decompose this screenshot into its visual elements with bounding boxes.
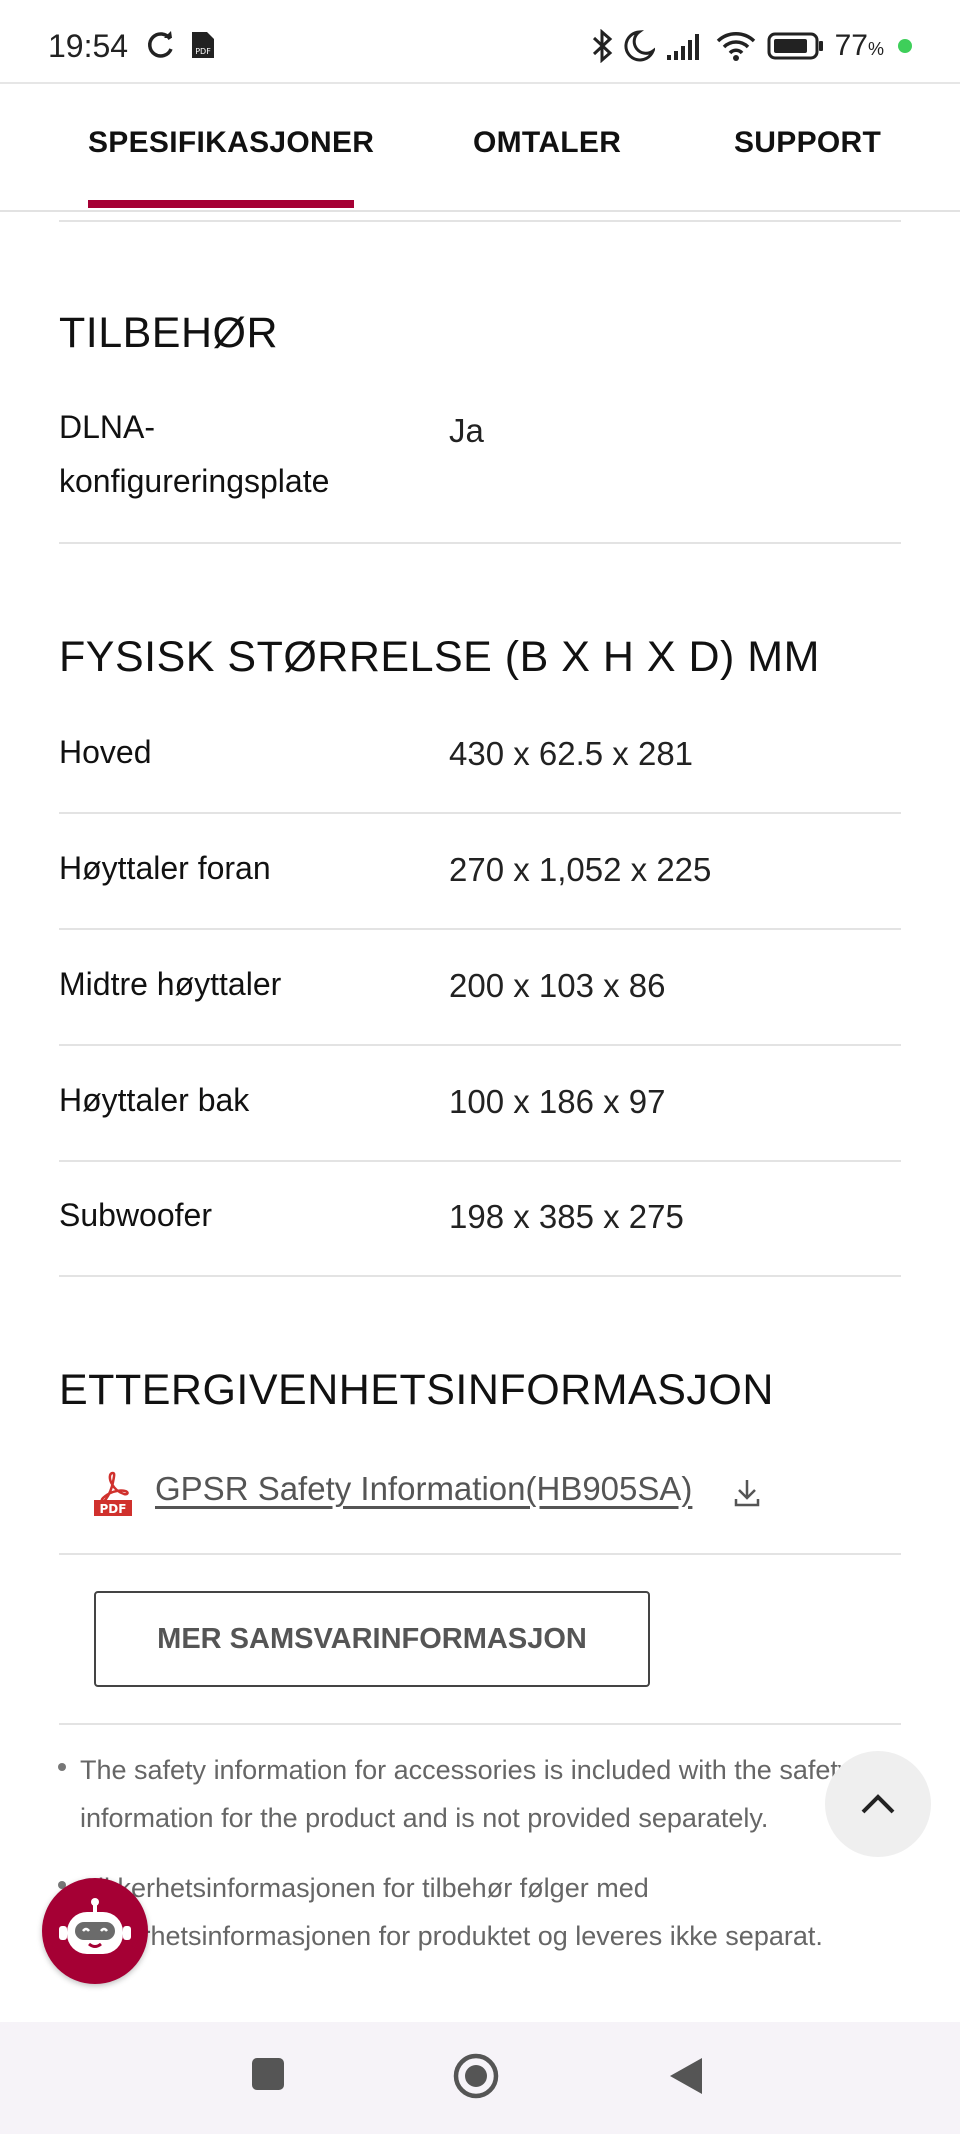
home-button[interactable] bbox=[452, 2052, 500, 2100]
battery-value: 77 bbox=[834, 29, 868, 62]
wifi-icon bbox=[716, 32, 755, 61]
bluetooth-icon bbox=[592, 29, 612, 63]
divider bbox=[59, 1044, 901, 1046]
spec-label-dlna-line2: konfigureringsplate bbox=[59, 463, 330, 499]
divider bbox=[59, 220, 901, 222]
spec-value-main-unit: 430 x 62.5 x 281 bbox=[449, 735, 694, 772]
signal-icon bbox=[666, 34, 699, 60]
spec-label-main-unit: Hoved bbox=[59, 734, 152, 770]
robot-icon bbox=[59, 1898, 131, 1954]
note-norwegian: Sikkerhetsinformasjonen for tilbehør føl… bbox=[80, 1864, 880, 1960]
divider bbox=[59, 1723, 901, 1725]
status-bar: 19:54 PDF 77% bbox=[0, 0, 960, 82]
tab-support[interactable]: SUPPORT bbox=[734, 126, 881, 160]
divider bbox=[59, 928, 901, 930]
divider bbox=[59, 1275, 901, 1277]
divider bbox=[59, 812, 901, 814]
pdf-file-icon: PDF bbox=[94, 1471, 132, 1516]
note-norwegian-line2: sikkerhetsinformasjonen for produktet og… bbox=[80, 1921, 823, 1951]
note-english-line2: information for the product and is not p… bbox=[80, 1803, 769, 1833]
privacy-dot-indicator bbox=[898, 39, 912, 53]
note-norwegian-line1: Sikkerhetsinformasjonen for tilbehør føl… bbox=[80, 1873, 649, 1903]
battery-percent: 77% bbox=[835, 29, 884, 63]
divider bbox=[59, 1160, 901, 1162]
chevron-up-icon bbox=[861, 1794, 895, 1814]
spec-label-subwoofer: Subwoofer bbox=[59, 1197, 212, 1233]
battery-suffix: % bbox=[867, 39, 884, 59]
scroll-to-top-button[interactable] bbox=[825, 1751, 931, 1857]
spec-value-subwoofer: 198 x 385 x 275 bbox=[449, 1198, 684, 1235]
system-navigation-bar bbox=[0, 2022, 960, 2134]
sync-icon bbox=[148, 31, 173, 58]
more-compliance-info-button[interactable]: MER SAMSVARINFORMASJON bbox=[94, 1591, 650, 1687]
battery-icon bbox=[767, 32, 823, 60]
spec-value-center-speaker: 200 x 103 x 86 bbox=[449, 967, 666, 1004]
divider bbox=[59, 542, 901, 544]
svg-text:PDF: PDF bbox=[100, 1502, 127, 1516]
accessories-title: TILBEHØR bbox=[59, 309, 279, 357]
chatbot-button[interactable] bbox=[42, 1878, 148, 1984]
svg-text:PDF: PDF bbox=[195, 47, 211, 56]
spec-tabs: SPESIFIKASJONER OMTALER SUPPORT bbox=[0, 82, 960, 212]
spec-label-front-speaker: Høyttaler foran bbox=[59, 850, 271, 886]
status-icons: 77% bbox=[591, 26, 912, 66]
spec-value-dlna: Ja bbox=[449, 412, 484, 449]
active-tab-indicator bbox=[88, 200, 354, 208]
download-icon[interactable] bbox=[733, 1477, 761, 1509]
gpsr-safety-document-link[interactable]: GPSR Safety Information(HB905SA) bbox=[155, 1470, 692, 1508]
note-english-line1: The safety information for accessories i… bbox=[80, 1755, 852, 1785]
tab-reviews[interactable]: OMTALER bbox=[473, 126, 621, 160]
spec-label-dlna-line1: DLNA- bbox=[59, 409, 156, 445]
back-button[interactable] bbox=[668, 2056, 704, 2096]
note-english: The safety information for accessories i… bbox=[80, 1746, 880, 1842]
status-time: 19:54 bbox=[48, 28, 129, 64]
tab-specifications[interactable]: SPESIFIKASJONER bbox=[88, 126, 374, 160]
spec-value-front-speaker: 270 x 1,052 x 225 bbox=[449, 851, 712, 888]
spec-label-rear-speaker: Høyttaler bak bbox=[59, 1082, 250, 1118]
spec-value-rear-speaker: 100 x 186 x 97 bbox=[449, 1083, 666, 1120]
pdf-notification-icon: PDF bbox=[192, 32, 214, 58]
spec-label-center-speaker: Midtre høyttaler bbox=[59, 966, 282, 1002]
dimensions-title: FYSISK STØRRELSE (B X H X D) MM bbox=[59, 633, 820, 681]
do-not-disturb-icon bbox=[624, 30, 655, 62]
note-bullet bbox=[58, 1763, 66, 1771]
compliance-title: ETTERGIVENHETSINFORMASJON bbox=[59, 1366, 774, 1414]
divider bbox=[59, 1553, 901, 1555]
recent-apps-button[interactable] bbox=[250, 2056, 286, 2092]
